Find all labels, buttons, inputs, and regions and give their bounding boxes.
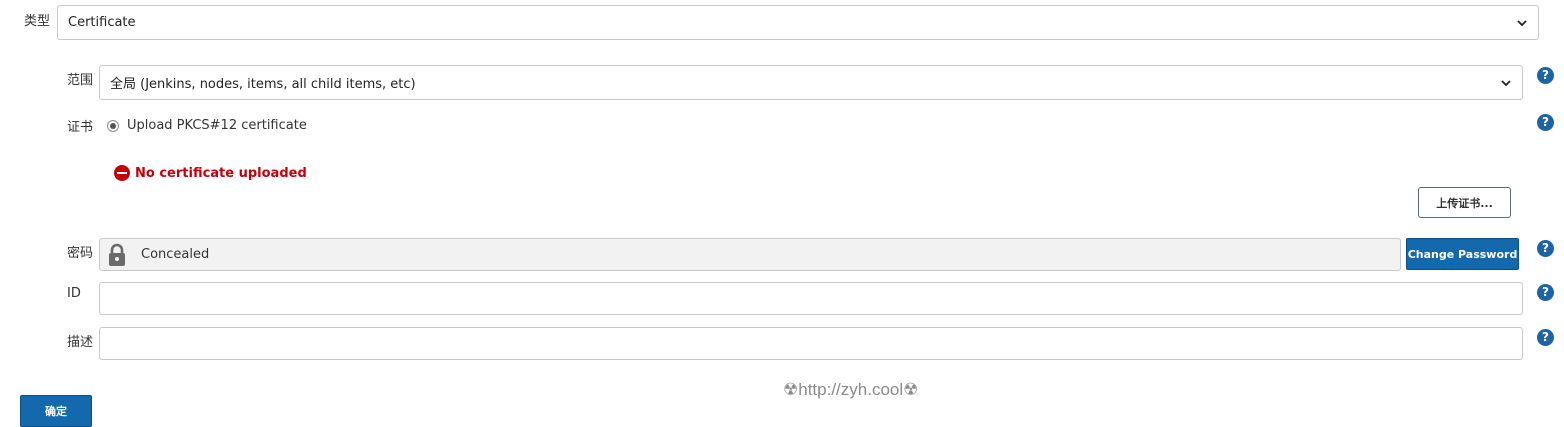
certificate-label: 证书	[67, 120, 94, 135]
watermark-text: ☢http://zyh.cool☢	[783, 380, 919, 399]
type-select[interactable]: Certificate	[57, 5, 1539, 40]
upload-certificate-button[interactable]: 上传证书...	[1418, 187, 1511, 218]
change-password-button[interactable]: Change Password	[1406, 238, 1519, 270]
scope-label: 范围	[67, 73, 94, 88]
submit-button[interactable]: 确定	[20, 395, 92, 427]
password-label: 密码	[67, 246, 94, 261]
type-label: 类型	[24, 14, 51, 29]
radio-icon[interactable]	[107, 119, 119, 132]
id-label: ID	[67, 286, 81, 301]
certificate-option-label: Upload PKCS#12 certificate	[127, 118, 307, 133]
description-input[interactable]	[99, 327, 1523, 360]
chevron-down-icon	[1501, 79, 1511, 86]
chevron-down-icon	[1517, 19, 1527, 26]
lock-icon	[102, 239, 132, 270]
scope-select-value: 全局 (Jenkins, nodes, items, all child ite…	[110, 77, 416, 92]
password-help-icon[interactable]: ?	[1537, 240, 1554, 257]
password-concealed-text: Concealed	[141, 247, 210, 262]
description-label: 描述	[67, 335, 94, 350]
certificate-option[interactable]: Upload PKCS#12 certificate	[107, 118, 307, 133]
scope-help-icon[interactable]: ?	[1537, 67, 1554, 84]
id-input[interactable]	[99, 282, 1523, 315]
password-field[interactable]: Concealed	[99, 238, 1401, 271]
certificate-error-text: No certificate uploaded	[135, 165, 307, 181]
certificate-error: No certificate uploaded	[114, 165, 307, 181]
id-help-icon[interactable]: ?	[1537, 284, 1554, 301]
error-icon	[114, 165, 130, 181]
certificate-help-icon[interactable]: ?	[1537, 114, 1554, 131]
type-select-value: Certificate	[68, 15, 136, 30]
description-help-icon[interactable]: ?	[1537, 329, 1554, 346]
scope-select[interactable]: 全局 (Jenkins, nodes, items, all child ite…	[99, 65, 1523, 100]
